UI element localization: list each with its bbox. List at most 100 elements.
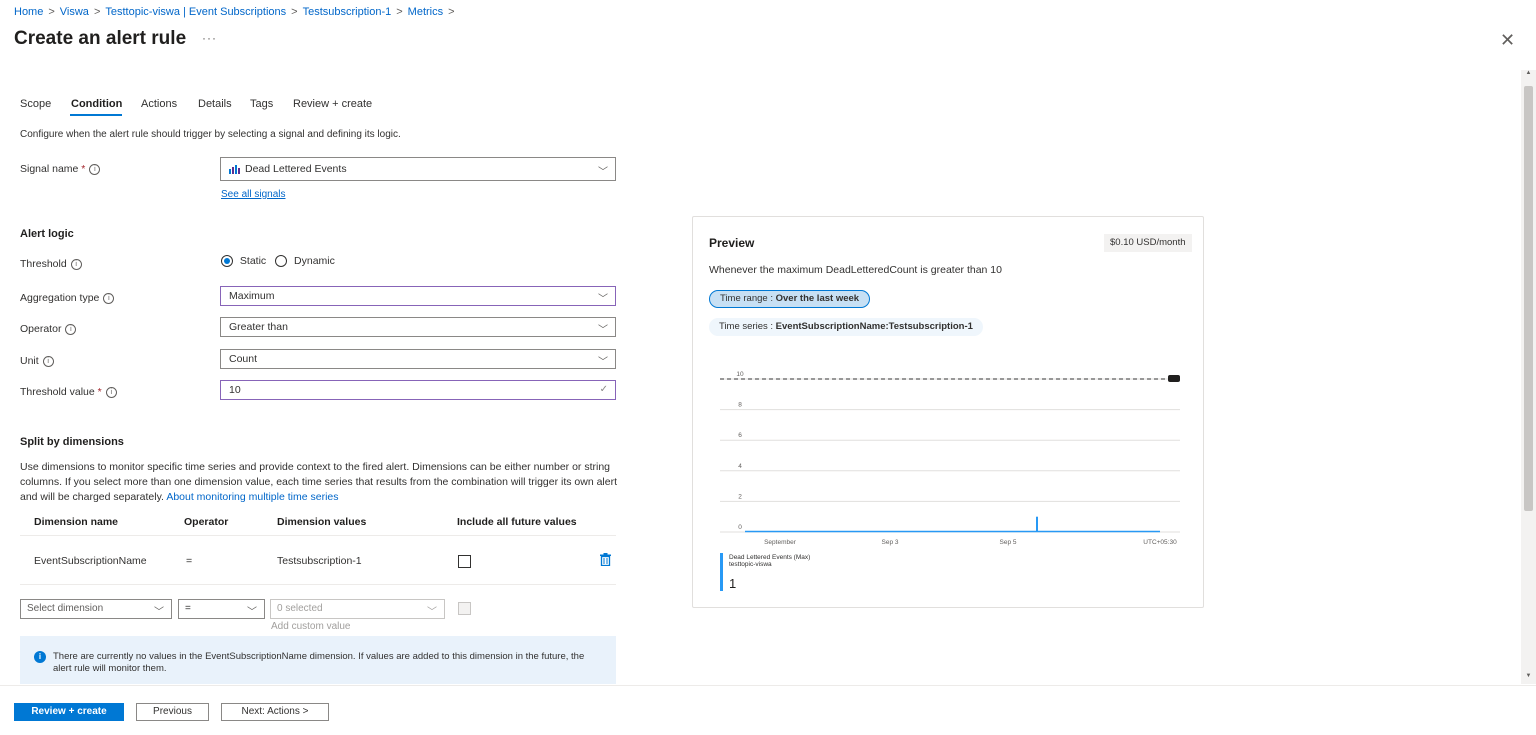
breadcrumb-separator: >: [448, 6, 455, 18]
new-row-include-future-checkbox[interactable]: [458, 602, 471, 615]
legend-value: 1: [729, 576, 737, 591]
dimension-values-placeholder: 0 selected: [277, 603, 323, 614]
info-icon[interactable]: i: [70, 258, 82, 270]
legend-series-sub: testtopic-viswa: [729, 561, 772, 568]
operator-label-text: Operator: [20, 323, 62, 335]
divider: [20, 584, 616, 585]
breadcrumb: Home > Viswa > Testtopic-viswa | Event Subsc…: [14, 6, 460, 18]
threshold-marker: [1168, 375, 1180, 382]
threshold-value-label: Threshold value * i: [20, 386, 117, 398]
column-include-future-values: Include all future values: [457, 516, 577, 528]
more-options-icon[interactable]: ···: [202, 31, 217, 45]
y-tick-label: 4: [738, 463, 742, 470]
operator-select[interactable]: Greater than ﹀: [220, 317, 616, 337]
chevron-down-icon: ﹀: [427, 607, 437, 618]
x-tick-label: Sep 5: [1000, 539, 1017, 546]
breadcrumb-separator: >: [93, 6, 101, 18]
chevron-down-icon: ﹀: [598, 325, 608, 336]
signal-name-select[interactable]: Dead Lettered Events ﹀: [220, 157, 616, 181]
y-tick-label: 0: [738, 524, 742, 531]
unit-select[interactable]: Count ﹀: [220, 349, 616, 369]
operator-label: Operator i: [20, 323, 77, 335]
required-mark: *: [97, 386, 102, 398]
breadcrumb-subscription[interactable]: Testsubscription-1: [303, 6, 392, 18]
threshold-value-label-text: Threshold value: [20, 386, 95, 398]
tab-actions[interactable]: Actions: [141, 98, 177, 110]
info-icon[interactable]: i: [42, 355, 54, 367]
scroll-up-icon[interactable]: ▲: [1522, 70, 1535, 76]
close-icon[interactable]: ✕: [1500, 30, 1515, 51]
threshold-label: Threshold i: [20, 258, 82, 270]
row-dimension-values: Testsubscription-1: [277, 555, 362, 567]
new-operator-value: =: [185, 603, 191, 614]
previous-button[interactable]: Previous: [136, 703, 209, 721]
preview-chart: 0 2 4 6 8 10 September Sep 3 Sep 5 UTC+05:30: [720, 371, 1180, 546]
delete-icon[interactable]: [600, 553, 611, 569]
tab-condition[interactable]: Condition: [71, 98, 122, 110]
select-dimension-dropdown[interactable]: Select dimension ﹀: [20, 599, 172, 619]
tab-tags[interactable]: Tags: [250, 98, 273, 110]
row-operator: =: [186, 555, 193, 567]
scrollbar-thumb[interactable]: [1524, 86, 1533, 511]
split-description: Use dimensions to monitor specific time …: [20, 460, 620, 505]
new-operator-dropdown[interactable]: = ﹀: [178, 599, 265, 619]
y-tick-label: 10: [736, 371, 744, 378]
page-title: Create an alert rule: [14, 28, 187, 49]
column-dimension-values: Dimension values: [277, 516, 367, 528]
tab-review-create[interactable]: Review + create: [293, 98, 372, 110]
static-radio[interactable]: [221, 255, 233, 268]
next-actions-button[interactable]: Next: Actions >: [221, 703, 329, 721]
info-icon: i: [34, 651, 46, 663]
row-dimension-name: EventSubscriptionName: [34, 555, 147, 567]
breadcrumb-metrics[interactable]: Metrics: [408, 6, 443, 18]
legend-label: Dead Lettered Events (Max) testtopic-vis…: [729, 554, 810, 568]
signal-name-label-text: Signal name: [20, 163, 79, 175]
chevron-down-icon: ﹀: [598, 294, 608, 305]
legend-series-name: Dead Lettered Events (Max): [729, 554, 811, 561]
dynamic-radio[interactable]: [275, 255, 288, 268]
time-series-pill[interactable]: Time series : EventSubscriptionName:Test…: [709, 318, 983, 336]
review-create-button[interactable]: Review + create: [14, 703, 124, 721]
about-multiple-time-series-link[interactable]: About monitoring multiple time series: [166, 491, 338, 503]
signal-name-value: Dead Lettered Events: [245, 163, 347, 175]
include-future-values-checkbox[interactable]: [458, 555, 471, 568]
aggregation-type-select[interactable]: Maximum ﹀: [220, 286, 616, 306]
time-range-pill[interactable]: Time range : Over the last week: [709, 290, 871, 308]
unit-value: Count: [229, 353, 258, 365]
alert-logic-heading: Alert logic: [20, 228, 74, 240]
unit-label-text: Unit: [20, 355, 39, 367]
required-mark: *: [81, 163, 86, 175]
breadcrumb-viswa[interactable]: Viswa: [60, 6, 89, 18]
tab-scope[interactable]: Scope: [20, 98, 51, 110]
dynamic-radio-label[interactable]: Dynamic: [294, 255, 335, 267]
threshold-value-input[interactable]: 10 ✓: [220, 380, 616, 400]
price-badge: $0.10 USD/month: [1104, 234, 1192, 252]
column-operator: Operator: [184, 516, 229, 528]
tab-details[interactable]: Details: [198, 98, 232, 110]
chevron-down-icon: ﹀: [154, 607, 164, 618]
condition-description: Configure when the alert rule should tri…: [20, 129, 401, 140]
static-radio-label[interactable]: Static: [240, 255, 266, 267]
info-icon[interactable]: i: [89, 163, 101, 175]
breadcrumb-topic[interactable]: Testtopic-viswa | Event Subscriptions: [105, 6, 286, 18]
unit-label: Unit i: [20, 355, 54, 367]
info-icon[interactable]: i: [105, 386, 117, 398]
threshold-label-text: Threshold: [20, 258, 67, 270]
x-tick-label: September: [764, 539, 797, 546]
chevron-down-icon: ﹀: [598, 167, 608, 178]
split-by-dimensions-heading: Split by dimensions: [20, 436, 124, 448]
y-tick-label: 2: [738, 493, 742, 500]
metric-chart-icon: [229, 164, 241, 175]
preview-title: Preview: [709, 236, 755, 250]
legend-color-bar: [720, 553, 723, 591]
time-range-value: Over the last week: [775, 293, 860, 304]
active-tab-indicator: [70, 114, 122, 116]
time-range-label: Time range :: [720, 293, 776, 304]
breadcrumb-home[interactable]: Home: [14, 6, 43, 18]
info-icon[interactable]: i: [65, 323, 77, 335]
see-all-signals-link[interactable]: See all signals: [221, 189, 285, 200]
aggregation-type-value: Maximum: [229, 290, 275, 302]
scroll-down-icon[interactable]: ▼: [1522, 673, 1535, 679]
info-icon[interactable]: i: [103, 292, 115, 304]
dimension-values-dropdown[interactable]: 0 selected ﹀: [270, 599, 445, 619]
